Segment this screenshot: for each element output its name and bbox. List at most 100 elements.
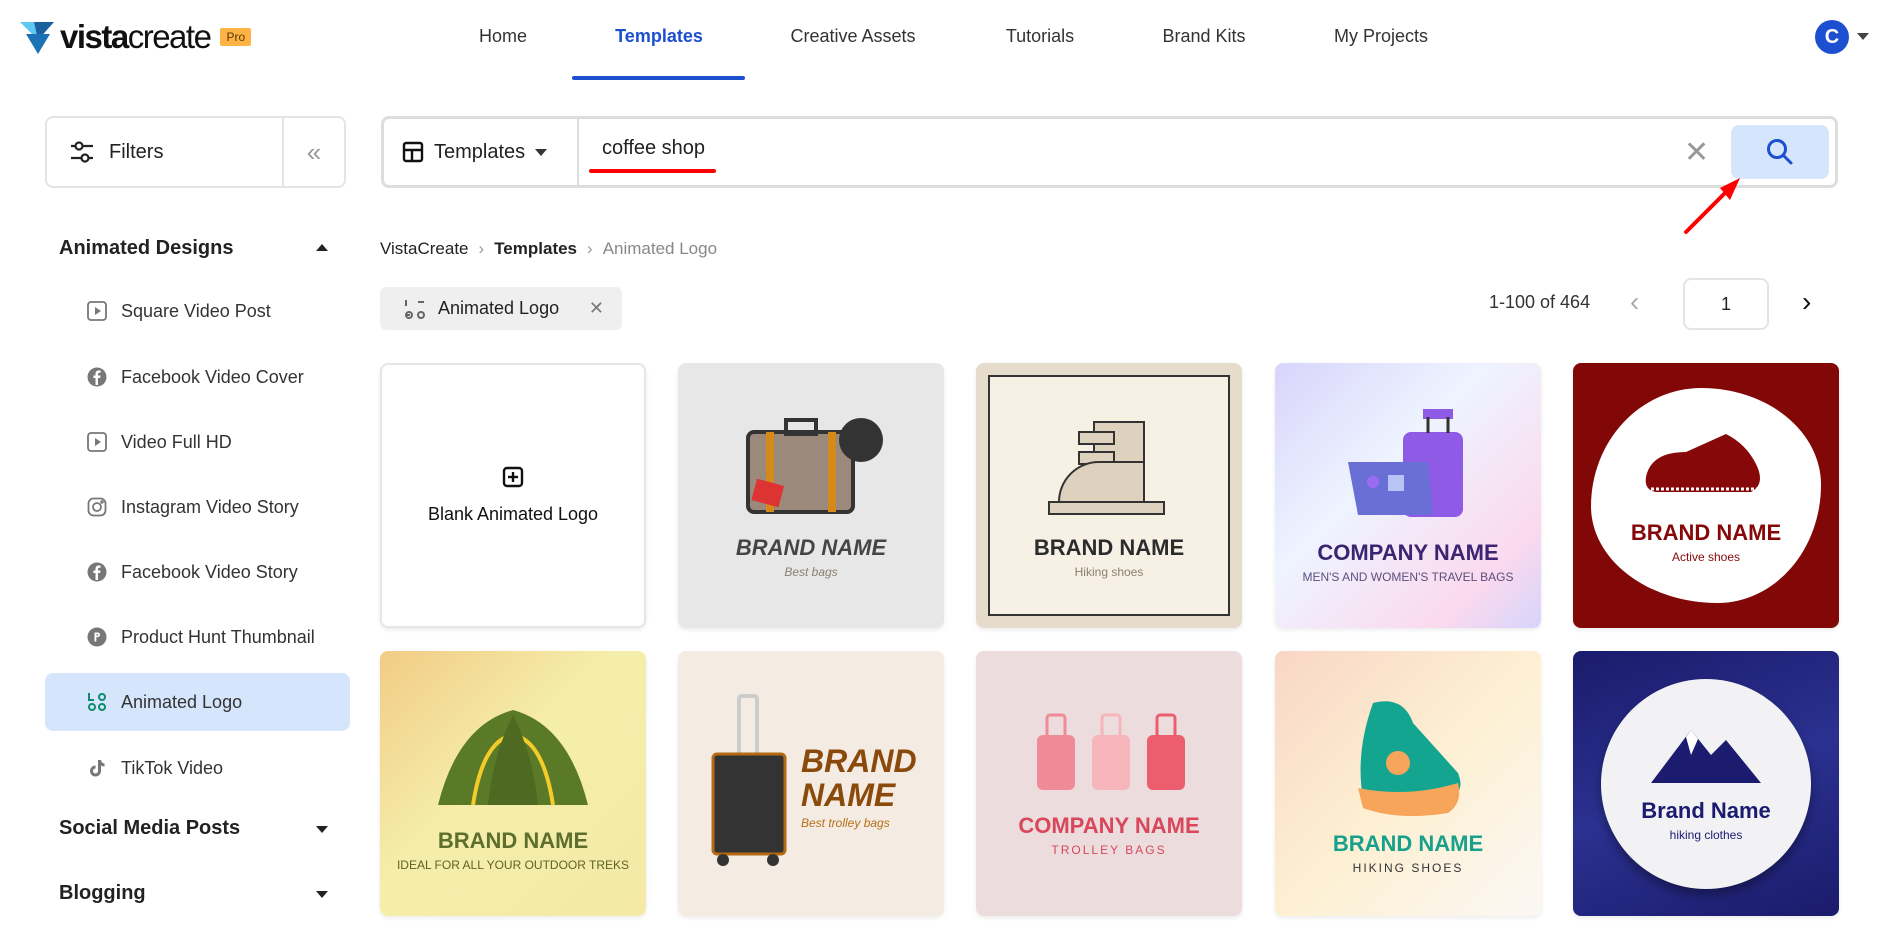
sidebar-item-animated-logo[interactable]: Animated Logo <box>45 673 350 731</box>
template-card[interactable]: BRAND NAME HIKING SHOES <box>1275 651 1541 916</box>
nav-templates[interactable]: Templates <box>615 26 703 47</box>
card-subtitle: Hiking shoes <box>1074 565 1144 579</box>
template-card[interactable]: BRAND NAME Best trolley bags <box>678 651 944 916</box>
user-avatar[interactable]: C <box>1815 20 1849 54</box>
sidebar-item-facebook-video-cover[interactable]: Facebook Video Cover <box>45 348 350 406</box>
template-card[interactable]: BRAND NAME Best bags <box>678 363 944 628</box>
double-chevron-left-icon: « <box>306 136 322 167</box>
sidebar-item-label: Animated Logo <box>121 691 243 712</box>
template-card[interactable]: BRAND NAME Hiking shoes <box>976 363 1242 628</box>
sidebar-item-label: Facebook Video Story <box>121 561 298 582</box>
card-subtitle: MEN'S AND WOMEN'S TRAVEL BAGS <box>1302 570 1514 584</box>
filters-button[interactable]: Filters <box>47 118 282 186</box>
card-subtitle: Best bags <box>784 565 838 579</box>
search-type-dropdown[interactable]: Templates <box>384 119 579 185</box>
template-card[interactable]: BRAND NAME IDEAL FOR ALL YOUR OUTDOOR TRE… <box>380 651 646 916</box>
next-page-button[interactable]: › <box>1802 286 1811 318</box>
sidebar-section-blogging[interactable]: Blogging <box>59 882 146 905</box>
remove-filter-button[interactable]: ✕ <box>589 298 604 319</box>
template-card[interactable]: BRAND NAME Active shoes <box>1573 363 1839 628</box>
annotation-arrow-icon <box>1684 178 1740 234</box>
card-title: Blank Animated Logo <box>427 504 599 524</box>
card-subtitle: IDEAL FOR ALL YOUR OUTDOOR TREKS <box>396 858 630 872</box>
sidebar-item-facebook-video-story[interactable]: Facebook Video Story <box>45 543 350 601</box>
card-title: BRAND NAME <box>1033 535 1185 560</box>
active-tab-indicator <box>572 76 745 80</box>
sidebar-item-label: Facebook Video Cover <box>121 366 304 387</box>
search-type-label: Templates <box>434 140 526 163</box>
sidebar-item-square-video-post[interactable]: Square Video Post <box>45 282 350 340</box>
sidebar-section-animated-designs[interactable]: Animated Designs <box>59 237 233 260</box>
card-title: BRAND NAME <box>801 742 917 813</box>
breadcrumb-current: Animated Logo <box>602 239 718 258</box>
card-title: COMPANY NAME <box>1018 813 1200 838</box>
card-subtitle: TROLLEY BAGS <box>1051 843 1167 857</box>
nav-tutorials[interactable]: Tutorials <box>1006 26 1074 47</box>
sidebar-item-label: TikTok Video <box>121 757 224 778</box>
page-number-input[interactable]: 1 <box>1683 278 1769 330</box>
search-button[interactable] <box>1731 125 1829 179</box>
collapse-sidebar-button[interactable]: « <box>282 118 344 186</box>
sidebar-item-label: Product Hunt Thumbnail <box>121 626 315 647</box>
search-icon <box>1767 139 1793 165</box>
sidebar-item-product-hunt-thumbnail[interactable]: Product Hunt Thumbnail <box>45 608 350 666</box>
sidebar-item-instagram-video-story[interactable]: Instagram Video Story <box>45 478 350 536</box>
search-input[interactable] <box>602 137 1602 160</box>
logo-artwork <box>1646 725 1766 790</box>
plus-square-icon <box>502 466 524 488</box>
sidebar-item-tiktok-video[interactable]: TikTok Video <box>45 739 350 797</box>
nav-brand-kits[interactable]: Brand Kits <box>1162 26 1245 47</box>
nav-home[interactable]: Home <box>479 26 527 47</box>
results-count: 1-100 of 464 <box>1489 292 1591 312</box>
chevron-down-icon <box>535 148 548 156</box>
card-title: BRAND NAME <box>735 535 887 560</box>
logo-artwork <box>711 693 791 874</box>
nav-my-projects[interactable]: My Projects <box>1334 26 1428 47</box>
vistacreate-logo[interactable]: vistacreate Pro <box>20 18 252 56</box>
brand-name: vistacreate <box>60 18 212 55</box>
filters-panel-header: Filters « <box>45 116 346 188</box>
previous-page-button[interactable]: ‹ <box>1630 286 1639 318</box>
tiktok-icon <box>87 758 107 778</box>
breadcrumb-templates[interactable]: Templates <box>494 239 577 259</box>
chevron-up-icon[interactable] <box>316 244 328 251</box>
sidebar-item-label: Video Full HD <box>121 431 232 452</box>
play-icon <box>87 432 107 452</box>
logo-artwork <box>1333 407 1483 532</box>
logo-artwork <box>1348 693 1468 823</box>
pro-badge: Pro <box>220 28 252 46</box>
logo-artwork <box>1029 710 1189 805</box>
logo-artwork <box>736 412 886 527</box>
clear-search-button[interactable]: ✕ <box>1684 135 1709 170</box>
sidebar-section-social-media-posts[interactable]: Social Media Posts <box>59 817 240 840</box>
breadcrumb-separator-icon: › <box>587 239 593 258</box>
active-filter-label: Animated Logo <box>438 298 560 318</box>
chevron-down-icon[interactable] <box>316 891 328 898</box>
card-title: BRAND NAME <box>1630 520 1782 545</box>
facebook-icon <box>87 367 107 387</box>
sidebar-item-video-full-hd[interactable]: Video Full HD <box>45 413 350 471</box>
animated-logo-icon <box>87 692 107 712</box>
sidebar-item-label: Square Video Post <box>121 300 271 321</box>
logo-mark-icon <box>20 22 54 54</box>
template-card[interactable]: COMPANY NAME MEN'S AND WOMEN'S TRAVEL BAG… <box>1275 363 1541 628</box>
template-card[interactable]: COMPANY NAME TROLLEY BAGS <box>976 651 1242 916</box>
chevron-down-icon[interactable] <box>316 826 328 833</box>
nav-creative-assets[interactable]: Creative Assets <box>790 26 915 47</box>
template-card[interactable]: Blank Animated Logo <box>380 363 646 628</box>
account-caret-icon[interactable] <box>1857 33 1869 40</box>
play-icon <box>87 301 107 321</box>
annotation-underline <box>589 169 716 173</box>
breadcrumb: VistaCreate › Templates › Animated Logo <box>380 239 717 259</box>
logo-artwork <box>1039 412 1179 527</box>
breadcrumb-vistacreate[interactable]: VistaCreate <box>380 239 469 259</box>
template-grid-icon <box>402 141 424 163</box>
card-subtitle: hiking clothes <box>1669 828 1743 842</box>
breadcrumb-separator-icon: › <box>478 239 485 258</box>
card-title: COMPANY NAME <box>1317 540 1499 565</box>
facebook-icon <box>87 562 107 582</box>
active-filter-chip: Animated Logo ✕ <box>380 287 622 330</box>
card-subtitle: HIKING SHOES <box>1352 860 1464 875</box>
template-card[interactable]: Brand Name hiking clothes <box>1573 651 1839 916</box>
card-title: BRAND NAME <box>1332 830 1484 856</box>
